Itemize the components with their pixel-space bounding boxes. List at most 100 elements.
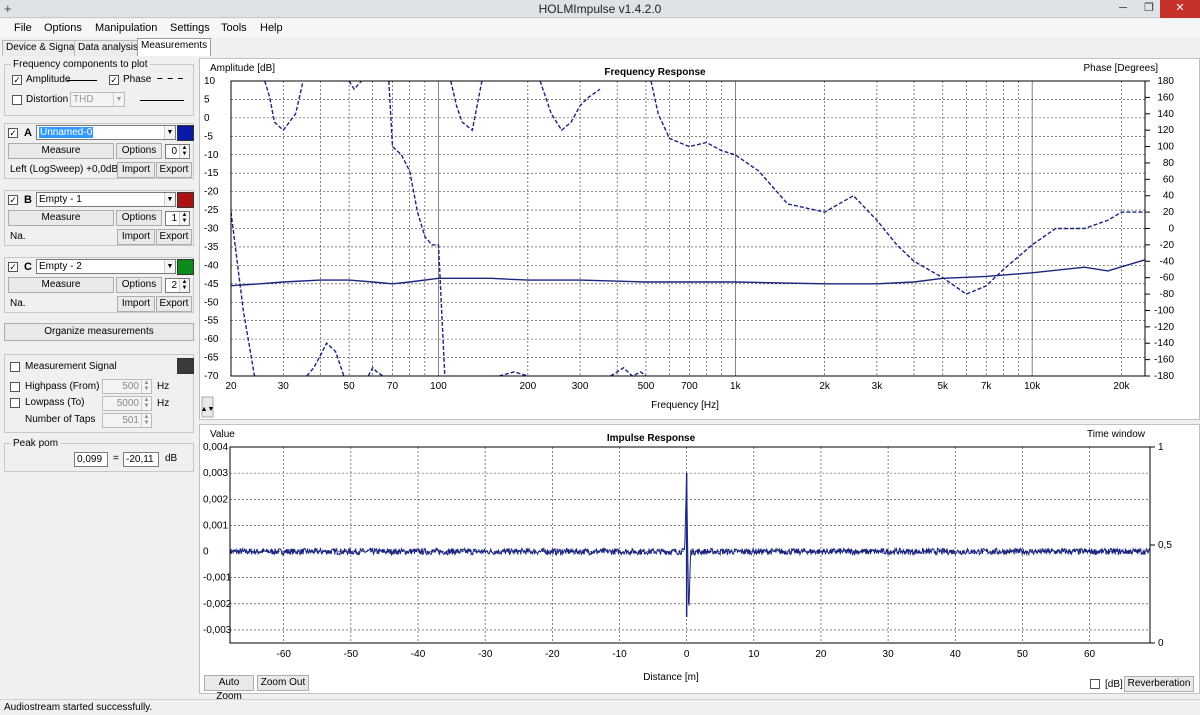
menu-tools[interactable]: Tools — [221, 22, 247, 34]
up-down-arrows-icon[interactable]: ▲ ▼ — [141, 397, 151, 410]
minimize-button[interactable]: ─ — [1110, 0, 1136, 18]
distortion-select[interactable]: THD ▼ — [70, 92, 125, 107]
menu-options[interactable]: Options — [44, 22, 82, 34]
reverberation-button[interactable]: Reverberation — [1124, 676, 1194, 692]
distance-tick-label: 50 — [1017, 649, 1029, 660]
measurement-b-spinner[interactable]: 1 ▲ ▼ — [165, 211, 190, 226]
highpass-input[interactable]: 500 ▲ ▼ — [102, 379, 152, 394]
menu-settings[interactable]: Settings — [170, 22, 210, 34]
up-down-arrows-icon[interactable]: ▲ ▼ — [179, 212, 189, 225]
up-down-arrows-icon[interactable]: ▲ ▼ — [141, 380, 151, 393]
measurement-b-export-button[interactable]: Export — [156, 229, 192, 245]
phase-tick-label: 160 — [1157, 92, 1174, 103]
measurement-a-checkbox[interactable]: ✓ — [8, 128, 18, 138]
measurement-c-export-button[interactable]: Export — [156, 296, 192, 312]
taps-input[interactable]: 501 ▲ ▼ — [102, 413, 152, 428]
measurement-a-group: ✓ A Unnamed-0 ▼ Measure Options 0 ▲ ▼ Lef… — [4, 123, 194, 179]
amplitude-tick-label: -50 — [204, 297, 219, 308]
amplitude-tick-label: 10 — [204, 76, 216, 87]
peak-equals: = — [113, 453, 119, 464]
highpass-checkbox[interactable] — [10, 382, 20, 392]
measurement-b-options-button[interactable]: Options — [116, 210, 162, 226]
value-tick-label: -0,002 — [203, 599, 232, 610]
measurement-a-spin-value: 0 — [171, 146, 177, 157]
measurement-c-color-swatch[interactable] — [177, 259, 194, 275]
frequency-tick-label: 500 — [638, 381, 655, 392]
phase-tick-label: -60 — [1160, 273, 1175, 284]
lowpass-input[interactable]: 5000 ▲ ▼ — [102, 396, 152, 411]
lowpass-checkbox[interactable] — [10, 398, 20, 408]
menu-help[interactable]: Help — [260, 22, 283, 34]
peak-db-input[interactable]: -20,11 — [123, 452, 159, 467]
measurement-a-color-swatch[interactable] — [177, 125, 194, 141]
measurement-b-checkbox[interactable]: ✓ — [8, 195, 18, 205]
measurement-b-measure-button[interactable]: Measure — [8, 210, 114, 226]
measurement-b-select[interactable]: Empty - 1 ▼ — [36, 192, 176, 207]
freq-components-legend: Frequency components to plot — [11, 59, 150, 70]
measurement-c-import-button[interactable]: Import — [117, 296, 155, 312]
zoom-out-button[interactable]: Zoom Out — [257, 675, 309, 691]
phase-checkbox[interactable]: ✓ — [109, 75, 119, 85]
chevron-down-icon: ▼ — [113, 93, 124, 106]
measurement-c-checkbox[interactable]: ✓ — [8, 262, 18, 272]
menu-file[interactable]: File — [14, 22, 32, 34]
measurement-signal-group: Measurement Signal Highpass (From) 500 ▲… — [4, 354, 194, 433]
tab-device-signal[interactable]: Device & Signal — [2, 40, 81, 56]
db-checkbox[interactable] — [1090, 679, 1100, 689]
up-down-arrows-icon[interactable]: ▲ ▼ — [141, 414, 151, 427]
distance-axis-label: Distance [m] — [643, 672, 699, 683]
status-bar: Audiostream started successfully. — [0, 699, 1200, 715]
measurement-a-select[interactable]: Unnamed-0 ▼ — [36, 125, 176, 140]
tab-measurements[interactable]: Measurements — [137, 38, 212, 56]
impulse-response-chart[interactable]: Value Impulse Response Time window Dista… — [200, 425, 1199, 693]
frequency-tick-label: 10k — [1024, 381, 1041, 392]
chevron-down-icon: ▼ — [164, 193, 175, 206]
measurement-signal-swatch[interactable] — [177, 358, 194, 374]
phase-tick-label: 120 — [1157, 125, 1174, 136]
distance-tick-label: -60 — [276, 649, 291, 660]
highpass-label: Highpass (From) — [25, 381, 100, 392]
measurement-c-measure-button[interactable]: Measure — [8, 277, 114, 293]
value-axis-label: Value — [210, 429, 235, 440]
frequency-tick-label: 3k — [872, 381, 884, 392]
maximize-button[interactable]: ❐ — [1136, 0, 1162, 18]
measurement-a-measure-button[interactable]: Measure — [8, 143, 114, 159]
measurement-a-spinner[interactable]: 0 ▲ ▼ — [165, 144, 190, 159]
phase-tick-label: 140 — [1157, 109, 1174, 120]
taps-label: Number of Taps — [25, 414, 96, 425]
measurement-b-color-swatch[interactable] — [177, 192, 194, 208]
status-text: Audiostream started successfully. — [4, 702, 153, 713]
amplitude-checkbox[interactable]: ✓ — [12, 75, 22, 85]
frequency-tick-label: 20k — [1113, 381, 1130, 392]
measurement-a-import-button[interactable]: Import — [117, 162, 155, 178]
left-panel: Frequency components to plot ✓ Amplitude… — [0, 56, 198, 696]
frequency-response-chart[interactable]: Amplitude [dB] Frequency Response Phase … — [200, 59, 1199, 419]
time-window-tick-label: 0 — [1158, 638, 1164, 649]
close-button[interactable]: ✕ — [1160, 0, 1200, 18]
measurement-c-options-button[interactable]: Options — [116, 277, 162, 293]
measurement-a-options-button[interactable]: Options — [116, 143, 162, 159]
distance-tick-label: 20 — [815, 649, 827, 660]
time-window-tick-label: 0,5 — [1158, 540, 1172, 551]
organize-measurements-button[interactable]: Organize measurements — [4, 323, 194, 341]
measurement-a-export-button[interactable]: Export — [156, 162, 192, 178]
measurement-b-import-button[interactable]: Import — [117, 229, 155, 245]
measurement-c-select[interactable]: Empty - 2 ▼ — [36, 259, 176, 274]
peak-value-input[interactable]: 0,099 — [74, 452, 108, 467]
measurement-c-spinner[interactable]: 2 ▲ ▼ — [165, 278, 190, 293]
distance-tick-label: 40 — [950, 649, 962, 660]
menu-manipulation[interactable]: Manipulation — [95, 22, 157, 34]
distortion-checkbox[interactable] — [12, 95, 22, 105]
auto-zoom-button[interactable]: Auto Zoom — [204, 675, 254, 702]
measurement-b-name: Empty - 1 — [39, 194, 82, 205]
value-tick-label: 0 — [203, 547, 209, 558]
phase-label: Phase — [123, 74, 152, 85]
value-tick-label: 0,004 — [203, 442, 228, 453]
up-down-arrows-icon[interactable]: ▲ ▼ — [179, 145, 189, 158]
peak-unit: dB — [165, 453, 178, 464]
frequency-tick-label: 30 — [278, 381, 290, 392]
tab-data-analysis[interactable]: Data analysis — [74, 40, 143, 56]
measurement-signal-checkbox[interactable] — [10, 362, 20, 372]
up-down-arrows-icon[interactable]: ▲ ▼ — [179, 279, 189, 292]
measurement-b-group: ✓ B Empty - 1 ▼ Measure Options 1 ▲ ▼ Na.… — [4, 190, 194, 246]
